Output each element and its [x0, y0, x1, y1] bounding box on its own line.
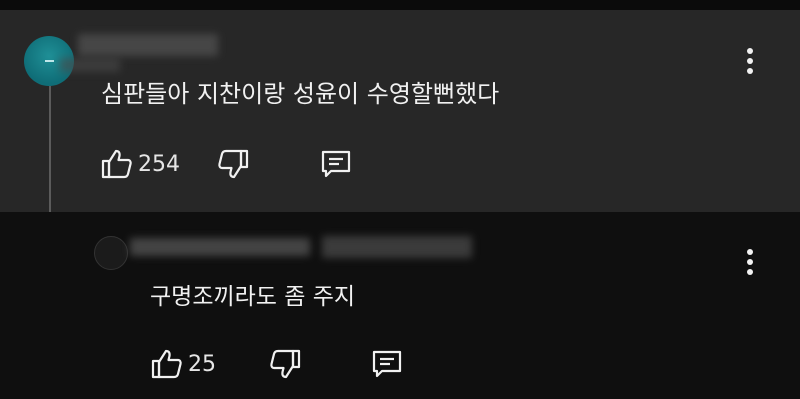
reply-like-button[interactable]: 25 — [150, 347, 216, 381]
dislike-button[interactable] — [216, 147, 250, 181]
thumb-up-icon — [101, 149, 132, 179]
username-redacted-2 — [60, 58, 120, 72]
reply-username-redacted — [130, 238, 310, 256]
reply-avatar[interactable] — [94, 236, 128, 270]
reply-text: 구명조끼라도 좀 주지 — [150, 284, 356, 310]
reply-comment-icon — [321, 150, 351, 178]
reply-more-options-button[interactable] — [745, 249, 755, 277]
avatar-mark — [45, 60, 54, 62]
like-count: 254 — [138, 151, 180, 177]
top-bar — [0, 0, 800, 10]
username-redacted — [78, 34, 218, 56]
reply-reply-button[interactable] — [370, 347, 404, 381]
comment-text: 심판들아 지찬이랑 성윤이 수영할뻔했다 — [101, 80, 500, 108]
reply-username-redacted-2 — [322, 236, 472, 258]
reply-button[interactable] — [319, 147, 353, 181]
reply-dislike-button[interactable] — [268, 347, 302, 381]
reply-comment-icon — [372, 350, 402, 378]
more-options-button[interactable] — [745, 48, 755, 76]
thumb-down-icon — [218, 149, 249, 179]
like-button[interactable]: 254 — [100, 147, 180, 181]
reply-like-count: 25 — [188, 351, 216, 377]
thumb-down-icon — [270, 349, 301, 379]
thumb-up-icon — [151, 349, 182, 379]
